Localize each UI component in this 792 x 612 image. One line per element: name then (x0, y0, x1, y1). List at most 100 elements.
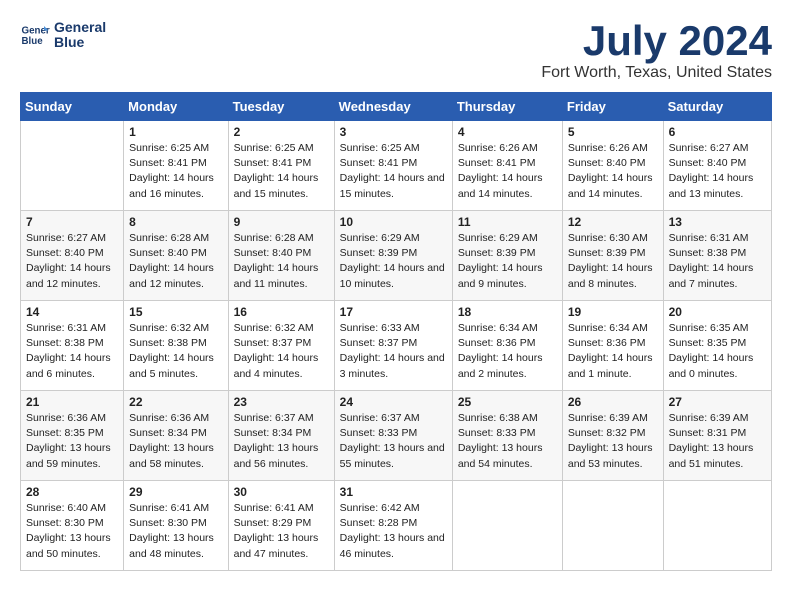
cell-content: Sunrise: 6:41 AMSunset: 8:30 PMDaylight:… (129, 501, 222, 562)
calendar-cell: 16Sunrise: 6:32 AMSunset: 8:37 PMDayligh… (228, 301, 334, 391)
cell-line: Sunrise: 6:27 AM (669, 142, 749, 154)
cell-content: Sunrise: 6:25 AMSunset: 8:41 PMDaylight:… (234, 141, 329, 202)
cell-content: Sunrise: 6:37 AMSunset: 8:34 PMDaylight:… (234, 411, 329, 472)
cell-content: Sunrise: 6:39 AMSunset: 8:32 PMDaylight:… (568, 411, 658, 472)
cell-line: Sunset: 8:28 PM (340, 517, 418, 529)
day-number: 16 (234, 305, 329, 319)
cell-line: Sunset: 8:34 PM (234, 427, 312, 439)
cell-line: Sunset: 8:35 PM (669, 337, 747, 349)
cell-content: Sunrise: 6:41 AMSunset: 8:29 PMDaylight:… (234, 501, 329, 562)
cell-content: Sunrise: 6:33 AMSunset: 8:37 PMDaylight:… (340, 321, 447, 382)
cell-line: Sunset: 8:29 PM (234, 517, 312, 529)
cell-content: Sunrise: 6:26 AMSunset: 8:40 PMDaylight:… (568, 141, 658, 202)
day-header-saturday: Saturday (663, 93, 771, 121)
calendar-cell (452, 481, 562, 571)
cell-line: Daylight: 14 hours and 11 minutes. (234, 262, 319, 289)
cell-line: Sunrise: 6:26 AM (458, 142, 538, 154)
cell-content: Sunrise: 6:35 AMSunset: 8:35 PMDaylight:… (669, 321, 766, 382)
day-number: 13 (669, 215, 766, 229)
day-number: 8 (129, 215, 222, 229)
cell-line: Sunrise: 6:27 AM (26, 232, 106, 244)
calendar-cell: 27Sunrise: 6:39 AMSunset: 8:31 PMDayligh… (663, 391, 771, 481)
calendar-cell: 12Sunrise: 6:30 AMSunset: 8:39 PMDayligh… (562, 211, 663, 301)
svg-text:General: General (22, 26, 51, 37)
day-number: 28 (26, 485, 118, 499)
calendar-cell: 2Sunrise: 6:25 AMSunset: 8:41 PMDaylight… (228, 121, 334, 211)
calendar-cell: 14 Sunrise: 6:31 AMSunset: 8:38 PMDayligh… (21, 301, 124, 391)
cell-line: Sunset: 8:39 PM (340, 247, 418, 259)
week-row-2: 7Sunrise: 6:27 AMSunset: 8:40 PMDaylight… (21, 211, 772, 301)
cell-line: Sunrise: 6:42 AM (340, 502, 420, 514)
cell-line: Daylight: 14 hours and 0 minutes. (669, 352, 754, 379)
page-header: General Blue GeneralBlue July 2024 Fort … (20, 20, 772, 82)
cell-line: Sunrise: 6:37 AM (340, 412, 420, 424)
cell-content: Sunrise: 6:25 AMSunset: 8:41 PMDaylight:… (129, 141, 222, 202)
cell-line: Daylight: 13 hours and 46 minutes. (340, 532, 445, 559)
day-header-wednesday: Wednesday (334, 93, 452, 121)
cell-line: Daylight: 13 hours and 48 minutes. (129, 532, 214, 559)
cell-line: Sunset: 8:37 PM (234, 337, 312, 349)
cell-line: Daylight: 14 hours and 5 minutes. (129, 352, 214, 379)
cell-line: Sunset: 8:40 PM (568, 157, 646, 169)
cell-line: Sunrise: 6:25 AM (129, 142, 209, 154)
calendar-cell: 11Sunrise: 6:29 AMSunset: 8:39 PMDayligh… (452, 211, 562, 301)
week-row-5: 28 Sunrise: 6:40 AM Sunset: 8:30 PM Dayligh… (21, 481, 772, 571)
day-number: 9 (234, 215, 329, 229)
cell-content: Sunrise: 6:31 AMSunset: 8:38 PMDaylight:… (669, 231, 766, 292)
day-number: 31 (340, 485, 447, 499)
day-header-thursday: Thursday (452, 93, 562, 121)
calendar-cell (663, 481, 771, 571)
cell-line: Sunrise: 6:25 AM (234, 142, 314, 154)
cell-content: Sunrise: 6:32 AMSunset: 8:38 PMDaylight:… (129, 321, 222, 382)
calendar-cell: 21Sunrise: 6:36 AMSunset: 8:35 PMDayligh… (21, 391, 124, 481)
cell-line: Sunset: 8:33 PM (458, 427, 536, 439)
cell-content: Sunrise: 6:26 AMSunset: 8:41 PMDaylight:… (458, 141, 557, 202)
cell-line: Sunset: 8:36 PM (568, 337, 646, 349)
cell-content: Sunrise: 6:27 AMSunset: 8:40 PMDaylight:… (669, 141, 766, 202)
cell-content: Sunrise: 6:42 AM Sunset: 8:28 PM Daylight:… (340, 501, 447, 562)
cell-content: Sunrise: 6:29 AMSunset: 8:39 PMDaylight:… (458, 231, 557, 292)
day-number: 14 (26, 305, 118, 319)
calendar-cell: 9 Sunrise: 6:28 AMSunset: 8:40 PMDaylight… (228, 211, 334, 301)
cell-line: Sunrise: 6:38 AM (458, 412, 538, 424)
cell-line: Daylight: 13 hours and 59 minutes. (26, 442, 111, 469)
calendar-cell: 31 Sunrise: 6:42 AM Sunset: 8:28 PM Dayligh… (334, 481, 452, 571)
cell-line: Sunset: 8:33 PM (340, 427, 418, 439)
calendar-cell: 3Sunrise: 6:25 AMSunset: 8:41 PMDaylight… (334, 121, 452, 211)
calendar-cell: 24Sunrise: 6:37 AMSunset: 8:33 PMDayligh… (334, 391, 452, 481)
logo-line2: Blue (54, 35, 106, 50)
cell-line: Sunrise: 6:30 AM (568, 232, 648, 244)
cell-line: Daylight: 14 hours and 15 minutes. (340, 172, 445, 199)
cell-line: Sunrise: 6:25 AM (340, 142, 420, 154)
cell-line: Sunrise: 6:41 AM (234, 502, 314, 514)
cell-line: Sunset: 8:41 PM (234, 157, 312, 169)
cell-line: Sunset: 8:34 PM (129, 427, 207, 439)
cell-line: Sunset: 8:31 PM (669, 427, 747, 439)
calendar-cell: 23Sunrise: 6:37 AMSunset: 8:34 PMDayligh… (228, 391, 334, 481)
cell-line: Daylight: 14 hours and 12 minutes. (26, 262, 111, 289)
cell-content: Sunrise: 6:34 AMSunset: 8:36 PMDaylight:… (568, 321, 658, 382)
calendar-cell: 18Sunrise: 6:34 AMSunset: 8:36 PMDayligh… (452, 301, 562, 391)
cell-line: Sunrise: 6:37 AM (234, 412, 314, 424)
day-number: 3 (340, 125, 447, 139)
cell-line: Sunrise: 6:28 AM (234, 232, 314, 244)
day-number: 23 (234, 395, 329, 409)
svg-text:Blue: Blue (22, 36, 44, 47)
cell-line: Sunrise: 6:40 AM (26, 502, 106, 514)
logo-text: GeneralBlue (54, 20, 106, 51)
cell-line: Sunrise: 6:34 AM (568, 322, 648, 334)
cell-line: Sunset: 8:39 PM (458, 247, 536, 259)
calendar-cell: 7Sunrise: 6:27 AMSunset: 8:40 PMDaylight… (21, 211, 124, 301)
cell-content: Sunrise: 6:28 AMSunset: 8:40 PMDaylight:… (234, 231, 329, 292)
cell-line: Sunset: 8:39 PM (568, 247, 646, 259)
cell-content: Sunrise: 6:31 AMSunset: 8:38 PMDaylight:… (26, 321, 118, 382)
cell-line: Sunset: 8:30 PM (26, 517, 104, 529)
cell-line: Daylight: 14 hours and 16 minutes. (129, 172, 214, 199)
cell-line: Daylight: 13 hours and 58 minutes. (129, 442, 214, 469)
cell-line: Daylight: 14 hours and 8 minutes. (568, 262, 653, 289)
cell-line: Sunrise: 6:39 AM (669, 412, 749, 424)
cell-line: Sunrise: 6:36 AM (26, 412, 106, 424)
calendar-cell: 13 Sunrise: 6:31 AMSunset: 8:38 PMDayligh… (663, 211, 771, 301)
cell-line: Sunset: 8:37 PM (340, 337, 418, 349)
calendar-cell: 10Sunrise: 6:29 AMSunset: 8:39 PMDayligh… (334, 211, 452, 301)
